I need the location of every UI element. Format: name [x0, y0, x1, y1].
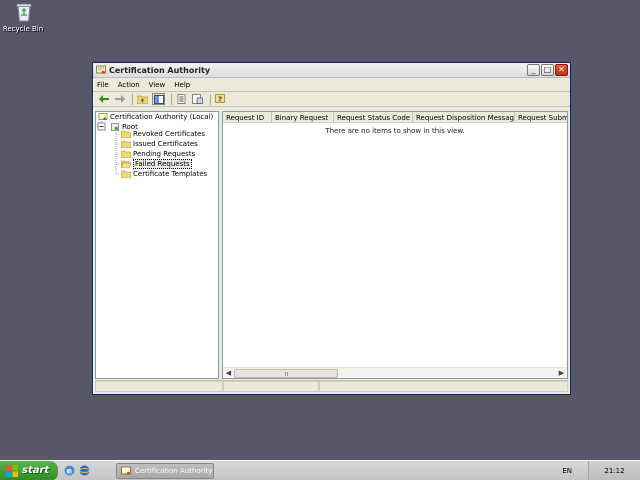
- scroll-grip: [285, 371, 288, 376]
- certification-authority-icon: [98, 113, 108, 121]
- scroll-thumb[interactable]: [234, 368, 338, 378]
- tree-item-certification-authority[interactable]: Certification Authority (Local): [98, 112, 213, 122]
- taskbar-item-certification-authority[interactable]: Certification Authority: [116, 462, 214, 479]
- language-indicator[interactable]: EN: [558, 464, 576, 478]
- scroll-right-button[interactable]: ▶: [556, 368, 567, 379]
- windows-flag-icon: [6, 464, 18, 477]
- certificate-app-icon: [121, 466, 131, 475]
- tree-folder-label: Certificate Templates: [133, 170, 208, 178]
- folder-icon: [121, 150, 131, 158]
- svg-text:e: e: [67, 467, 73, 476]
- tree-folder-label: Revoked Certificates: [133, 130, 206, 138]
- horizontal-scrollbar[interactable]: ◀ ▶: [223, 367, 567, 378]
- browser-icon[interactable]: e: [64, 465, 75, 476]
- status-cell: [319, 381, 568, 392]
- svg-text:?: ?: [218, 96, 222, 104]
- maximize-button[interactable]: □: [541, 64, 554, 76]
- start-label: start: [22, 465, 50, 476]
- certification-authority-window: Certification Authority _ □ ✕ File Actio…: [92, 62, 571, 395]
- scroll-right-icon: ▶: [558, 369, 565, 377]
- window-title: Certification Authority: [109, 65, 211, 75]
- internet-explorer-icon[interactable]: [79, 465, 90, 476]
- menu-file[interactable]: File: [97, 81, 109, 89]
- console-tree[interactable]: Certification Authority (Local) Root Rev…: [95, 111, 220, 379]
- content-panes: Certification Authority (Local) Root Rev…: [95, 111, 568, 379]
- status-cell: [223, 381, 319, 392]
- status-bar: [95, 380, 568, 392]
- certificate-app-icon: [96, 65, 106, 74]
- toolbar-separator: [171, 93, 172, 105]
- system-tray: EN 21:12: [558, 460, 640, 480]
- start-button[interactable]: start: [0, 460, 58, 480]
- folder-icon: [121, 170, 131, 178]
- tree-item-pending-requests[interactable]: Pending Requests: [121, 149, 195, 159]
- maximize-icon: □: [543, 65, 552, 74]
- close-icon: ✕: [558, 65, 565, 74]
- tree-folder-label-selected: Failed Requests: [133, 159, 192, 169]
- forward-button[interactable]: [113, 93, 126, 105]
- column-header-request-disposition-message[interactable]: Request Disposition Message: [413, 112, 515, 123]
- recycle-bin-desktop-icon[interactable]: Recycle Bin: [2, 2, 44, 36]
- menu-bar: File Action View Help: [93, 78, 570, 92]
- toolbar-separator: [132, 93, 133, 105]
- quick-launch: e: [64, 465, 94, 476]
- list-header: Request ID Binary Request Request Status…: [223, 112, 567, 123]
- export-list-icon: [177, 94, 185, 104]
- toolbar-separator: [210, 93, 211, 105]
- properties-icon: [192, 94, 203, 104]
- show-hide-console-tree-button[interactable]: [152, 93, 165, 105]
- tree-item-certificate-templates[interactable]: Certificate Templates: [121, 169, 207, 179]
- back-arrow-icon: [98, 95, 109, 103]
- help-button[interactable]: ?: [214, 93, 227, 105]
- tree-item-failed-requests[interactable]: Failed Requests: [121, 159, 192, 169]
- up-one-level-button[interactable]: [136, 93, 149, 105]
- scroll-track[interactable]: [234, 368, 556, 378]
- scroll-left-icon: ◀: [225, 369, 232, 377]
- clock-area[interactable]: 21:12: [588, 460, 640, 480]
- close-button[interactable]: ✕: [555, 64, 568, 76]
- scroll-left-button[interactable]: ◀: [223, 368, 234, 379]
- taskbar-item-label: Certification Authority: [135, 466, 213, 475]
- tree-root-label: Certification Authority (Local): [110, 113, 214, 121]
- menu-action[interactable]: Action: [118, 81, 140, 89]
- clock: 21:12: [604, 466, 625, 475]
- console-tree-icon: [153, 94, 164, 104]
- results-list[interactable]: Request ID Binary Request Request Status…: [222, 111, 568, 379]
- help-icon: ?: [215, 94, 225, 104]
- forward-arrow-icon: [114, 95, 125, 103]
- status-cell: [95, 381, 223, 392]
- export-list-button[interactable]: [175, 93, 188, 105]
- recycle-bin-label: Recycle Bin: [2, 25, 44, 33]
- tree-item-revoked-certificates[interactable]: Revoked Certificates: [121, 129, 205, 139]
- tree-folder-label: Issued Certificates: [133, 140, 198, 148]
- folder-up-icon: [137, 95, 148, 104]
- column-header-request-submission[interactable]: Request Submis: [515, 112, 567, 123]
- minimize-icon: _: [531, 65, 536, 74]
- recycle-bin-icon: [16, 3, 32, 22]
- folder-icon: [121, 140, 131, 148]
- column-header-request-status-code[interactable]: Request Status Code: [334, 112, 413, 123]
- menu-view[interactable]: View: [149, 81, 166, 89]
- properties-button[interactable]: [191, 93, 204, 105]
- ca-server-icon: [111, 123, 119, 131]
- toolbar: ?: [93, 92, 570, 107]
- tree-item-issued-certificates[interactable]: Issued Certificates: [121, 139, 198, 149]
- minimize-button[interactable]: _: [527, 64, 540, 76]
- title-bar[interactable]: Certification Authority _ □ ✕: [93, 63, 570, 78]
- menu-help[interactable]: Help: [174, 81, 190, 89]
- column-header-binary-request[interactable]: Binary Request: [272, 112, 334, 123]
- tree-folder-label: Pending Requests: [133, 150, 196, 158]
- empty-list-message: There are no items to show in this view.: [325, 127, 465, 135]
- open-folder-icon: [121, 160, 131, 168]
- taskbar: start e Certification Authority EN 21:12: [0, 460, 640, 480]
- folder-icon: [121, 130, 131, 138]
- column-header-request-id[interactable]: Request ID: [223, 112, 272, 123]
- back-button[interactable]: [97, 93, 110, 105]
